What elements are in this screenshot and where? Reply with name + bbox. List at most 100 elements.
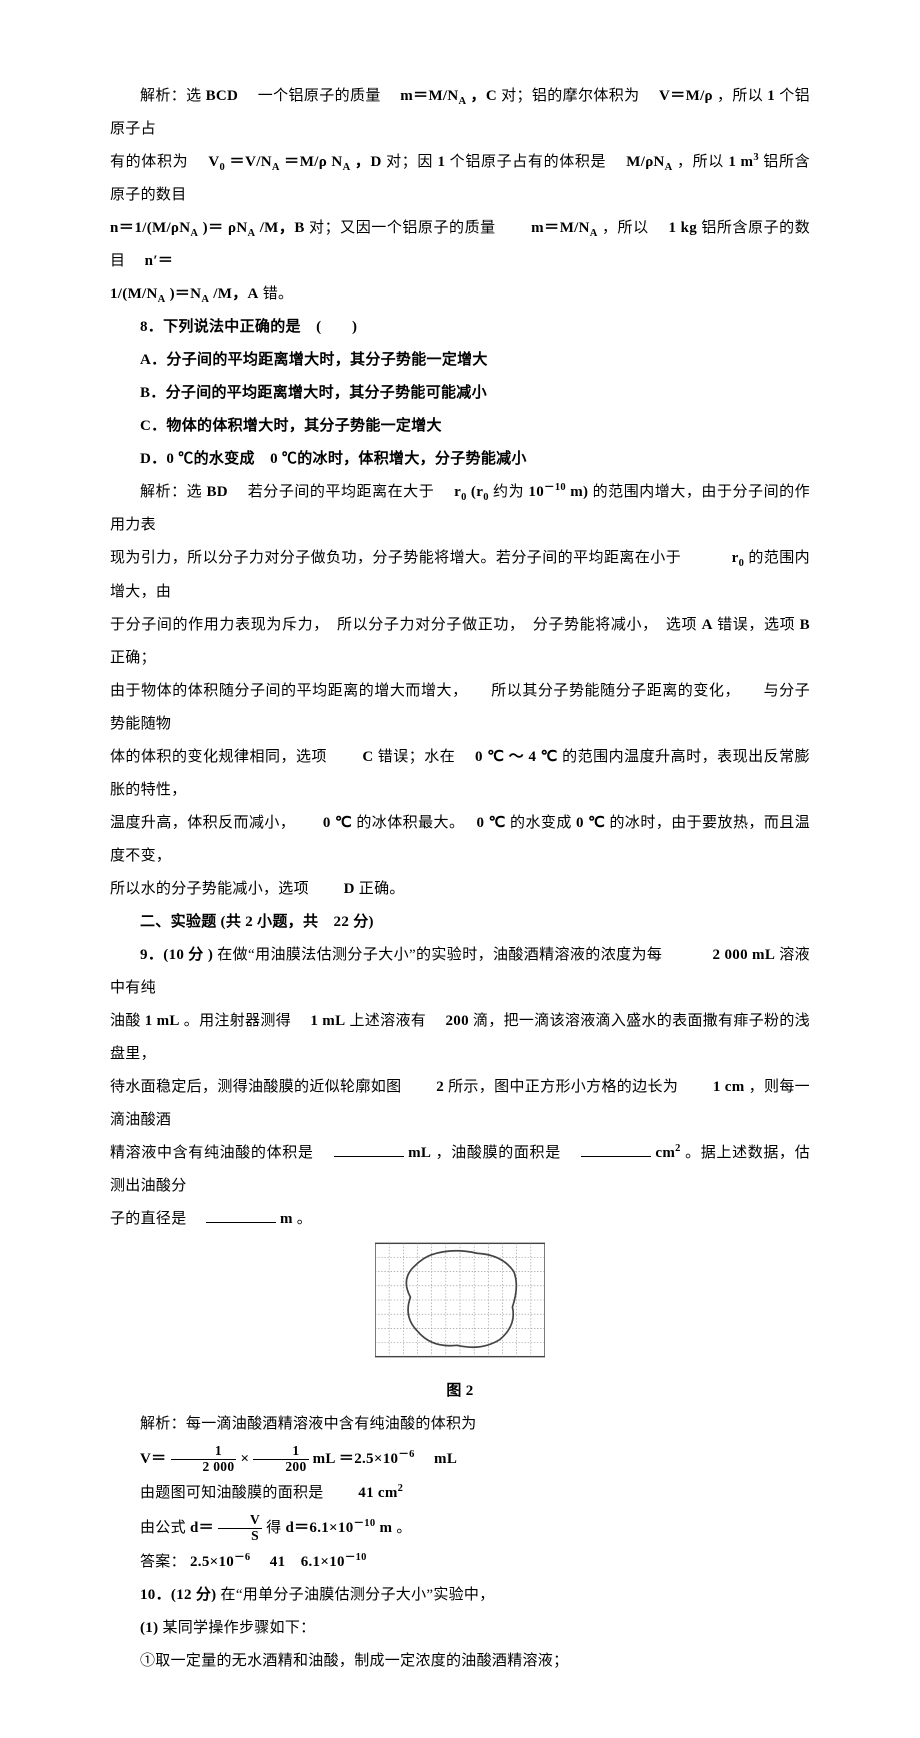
txt: 图 2 [446,1383,473,1399]
txt: 某同学操作步骤如下： [162,1620,315,1636]
sup: 3 [753,152,759,163]
q7-analysis-l1: 解析：选 BCD 一个铝原子的质量 m＝M/NA ，C 对；铝的摩尔体积为 V＝… [110,80,810,146]
blank-volume[interactable] [334,1141,404,1157]
sup: －6 [398,1449,414,1460]
txt: 。用注射器测得 [184,1013,307,1029]
val: 200 [445,1013,468,1029]
sub: A [459,96,467,107]
unit: cm [655,1145,675,1161]
answer-bcd: BCD [206,88,239,104]
txt: 解析：选 [140,88,206,104]
num: 1 [767,88,775,104]
formula: )＝ ρN [203,220,248,236]
q10-l2: (1) 某同学操作步骤如下： [110,1612,810,1645]
txt: A．分子间的平均距离增大时，其分子势能一定增大 [140,352,488,368]
txt: ，C [471,88,498,104]
txt: 错误，选项 [717,617,800,633]
num: 10 [528,484,544,500]
figure-2-caption: 图 2 [110,1375,810,1408]
oil-film-grid-icon [375,1240,545,1360]
fraction-v-s: V S [218,1513,262,1542]
denominator: 200 [253,1460,308,1474]
q8-opt-a: A．分子间的平均距离增大时，其分子势能一定增大 [110,344,810,377]
txt: 在“用单分子油膜估测分子大小”实验中， [221,1587,495,1603]
q8-analysis-l4: 由于物体的体积随分子间的平均距离的增大而增大， 所以其分子势能随分子距离的变化，… [110,675,810,741]
var: (r [471,484,483,500]
txt: ，D [355,154,382,170]
section-2-heading: 二、实验题 (共 2 小题，共 22 分) [110,906,810,939]
unit: mL [419,1451,457,1467]
q8-analysis-l3: 于分子间的作用力表现为斥力， 所以分子力对分子做正功， 分子势能将减小， 选项 … [110,609,810,675]
formula: V＝M/ρ [659,88,713,104]
txt: ，所以 [602,220,664,236]
txt: 对；又因一个铝原子的质量 [309,220,527,236]
formula: m＝M/N [531,220,590,236]
txt: 错。 [263,286,294,302]
txt: ，所以 [717,88,767,104]
formula: n＝1/(M/ρN [110,220,190,236]
sub: 0 [483,492,489,503]
fignum: 2 [436,1079,444,1095]
formula: n′＝ [145,253,173,269]
q9-sol-l1: 解析：每一滴油酸酒精溶液中含有纯油酸的体积为 [110,1408,810,1441]
txt: 子的直径是 [110,1211,202,1227]
denominator: 2 000 [171,1460,237,1474]
partnum: (1) [140,1620,158,1636]
blank-area[interactable] [581,1141,651,1157]
sub: A [158,294,166,305]
unit: m) [570,484,588,500]
sub: A [590,228,598,239]
val: 1 mL [310,1013,345,1029]
txt: 约为 [493,484,528,500]
qnum: 9．(10 分 ) [140,947,213,963]
q10-l1: 10．(12 分) 在“用单分子油膜估测分子大小”实验中， [110,1579,810,1612]
range: 0 ℃ ～ 4 ℃ [475,749,558,765]
formula: ＝V/N [229,154,271,170]
txt: 所示，图中正方形小方格的边长为 [448,1079,709,1095]
txt: 解析：每一滴油酸酒精溶液中含有纯油酸的体积为 [140,1416,477,1432]
num: 1 [437,154,445,170]
q8-analysis-l2: 现为引力，所以分子力对分子做负功，分子势能将增大。若分子间的平均距离在小于 r0… [110,542,810,608]
val: 2 000 mL [713,947,776,963]
val: 1 mL [145,1013,180,1029]
q8-analysis-l6: 温度升高，体积反而减小， 0 ℃ 的冰体积最大。 0 ℃ 的水变成 0 ℃ 的冰… [110,807,810,873]
q8-analysis-l1: 解析：选 BD 若分子间的平均距离在大于 r0 (r0 约为 10－10 m) … [110,476,810,542]
txt: /M，A [213,286,258,302]
fraction-1-2000: 1 2 000 [171,1444,237,1473]
temp: 0 ℃ [323,815,352,831]
txt: 体的体积的变化规律相同，选项 [110,749,358,765]
val: 2.5×10 [190,1554,234,1570]
blank-diameter[interactable] [206,1207,276,1223]
q8-stem: 8．下列说法中正确的是 ( ) [110,311,810,344]
sub: A [665,162,673,173]
txt: 对；因 [386,154,437,170]
sub: 0 [219,162,225,173]
q9-answer: 答案： 2.5×10－6 41 6.1×10－10 [110,1546,810,1579]
var: V [208,154,219,170]
unit: 1 m [728,154,753,170]
q9-sol-l2: V＝ 1 2 000 × 1 200 mL ＝2.5×10－6 mL [110,1441,810,1477]
txt: 于分子间的作用力表现为斥力， 所以分子力对分子做正功， 分子势能将减小， 选项 [110,617,702,633]
txt: 对；铝的摩尔体积为 [501,88,655,104]
txt: 二、实验题 (共 2 小题，共 22 分) [140,914,374,930]
formula: mL ＝2.5×10 [313,1451,399,1467]
q9-sol-l4: 由公式 d＝ V S 得 d＝6.1×10－10 m 。 [110,1510,810,1546]
q7-analysis-l3: n＝1/(M/ρNA )＝ ρNA /M，B 对；又因一个铝原子的质量 m＝M/… [110,212,810,278]
formula: ＝M/ρ N [284,154,342,170]
txt: 个铝原子占有的体积是 [450,154,622,170]
answer-bd: BD [206,484,227,500]
txt: 由题图可知油酸膜的面积是 [140,1485,354,1501]
formula: d＝ [190,1520,214,1536]
unit: m [379,1520,392,1536]
sup: －6 [234,1552,250,1563]
txt: 若分子间的平均距离在大于 [232,484,450,500]
txt: 解析：选 [140,484,206,500]
opt: C [362,749,373,765]
formula: V＝ [140,1451,166,1467]
sub: A [190,228,198,239]
txt: 待水面稳定后，测得油酸膜的近似轮廓如图 [110,1079,432,1095]
txt: D．0 ℃的水变成 0 ℃的冰时，体积增大，分子势能减小 [140,451,527,467]
txt: 8．下列说法中正确的是 ( ) [140,319,357,335]
var: r [732,550,739,566]
opt: A [702,617,713,633]
